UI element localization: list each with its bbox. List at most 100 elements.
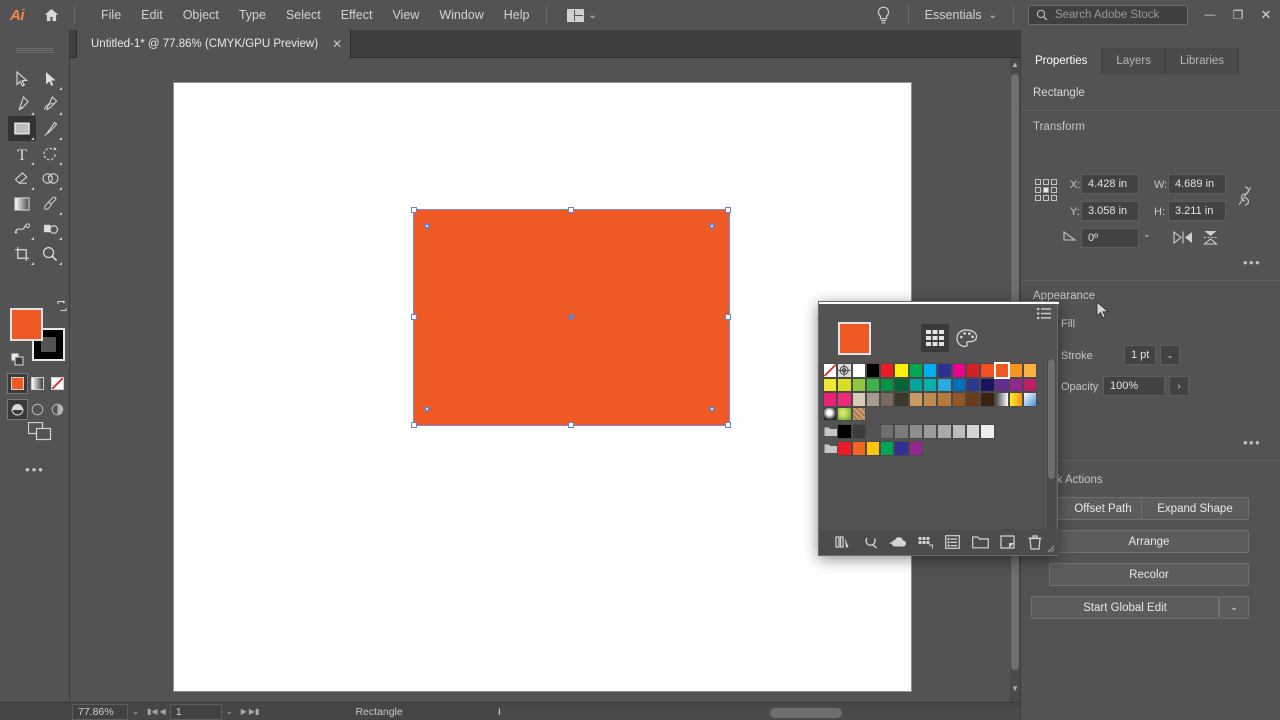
home-icon[interactable] — [34, 0, 68, 30]
swatch-orange-red[interactable] — [980, 363, 995, 378]
eraser-tool[interactable] — [8, 166, 36, 191]
books-icon[interactable] — [833, 532, 853, 552]
bbox-handle-tr[interactable] — [725, 207, 731, 213]
swatch-item[interactable] — [965, 424, 981, 439]
swatch-item[interactable] — [894, 392, 909, 407]
maximize-restore-button[interactable]: ❐ — [1224, 0, 1252, 30]
swatch-none[interactable] — [823, 363, 838, 378]
flip-horizontal-icon[interactable] — [1173, 231, 1193, 244]
rotation-angle-input[interactable]: 0º — [1081, 228, 1139, 248]
swatch-orange[interactable] — [1008, 363, 1024, 378]
swatch-item[interactable] — [823, 377, 838, 393]
workspace-switcher[interactable]: Essentials ⌄ — [915, 4, 1007, 26]
swatch-item[interactable] — [1023, 377, 1038, 393]
menu-file[interactable]: File — [91, 4, 131, 26]
expand-shape-button[interactable]: Expand Shape — [1141, 497, 1249, 520]
search-adobe-stock-input[interactable]: Search Adobe Stock — [1028, 5, 1188, 25]
search-help-bulb-icon[interactable] — [866, 6, 902, 25]
constrain-proportions-icon[interactable] — [1237, 185, 1253, 207]
shape-builder-tool[interactable] — [36, 166, 64, 191]
tab-properties[interactable]: Properties — [1021, 48, 1103, 74]
canvas-horizontal-scrollbar[interactable] — [500, 706, 1020, 720]
artboard-number-input[interactable]: 1 — [169, 703, 222, 720]
swatch-item[interactable] — [1008, 377, 1024, 393]
height-input[interactable]: 3.211 in — [1168, 201, 1226, 221]
scrollbar-thumb[interactable] — [1048, 359, 1055, 479]
bbox-handle-ml[interactable] — [411, 314, 417, 320]
tab-libraries[interactable]: Libraries — [1165, 48, 1240, 74]
direct-selection-tool[interactable] — [36, 66, 64, 91]
swatch-item[interactable] — [937, 377, 952, 393]
previous-artboard-button[interactable]: ◀ — [160, 707, 166, 716]
last-artboard-button[interactable]: ▶▮ — [249, 707, 260, 716]
new-page-icon[interactable] — [998, 532, 1018, 552]
swatch-item[interactable] — [908, 424, 924, 439]
zoom-level-input[interactable]: 77.86% — [72, 703, 128, 720]
swatch-item[interactable] — [894, 377, 909, 393]
bbox-handle-mr[interactable] — [725, 314, 731, 320]
swatch-white[interactable] — [851, 363, 866, 378]
swatch-item[interactable] — [980, 424, 995, 439]
swatch-pattern-green[interactable] — [837, 406, 852, 422]
rotate-tool[interactable] — [36, 141, 64, 166]
swatch-item[interactable] — [923, 377, 938, 393]
grid-folder-icon[interactable] — [915, 532, 935, 552]
swatch-grid-icon[interactable] — [921, 324, 949, 352]
corner-widget-tr[interactable] — [709, 223, 715, 229]
swatch-amber[interactable] — [1023, 363, 1038, 378]
scroll-up-arrow[interactable]: ▲ — [1011, 60, 1019, 69]
global-edit-options-dropdown[interactable]: ⌄ — [1219, 596, 1249, 619]
width-input[interactable]: 4.689 in — [1168, 174, 1226, 194]
reference-point-grid-icon[interactable] — [1034, 178, 1058, 202]
swatch-item[interactable] — [837, 424, 852, 439]
menu-select[interactable]: Select — [276, 4, 331, 26]
swatch-item[interactable] — [908, 377, 924, 393]
color-palette-icon[interactable] — [954, 326, 980, 350]
menu-view[interactable]: View — [382, 4, 429, 26]
swatches-panel[interactable] — [818, 301, 1059, 556]
swatch-item[interactable] — [880, 377, 895, 393]
chevron-down-icon[interactable]: ⌄ — [128, 707, 143, 716]
swatch-item[interactable] — [980, 377, 995, 393]
type-tool[interactable]: T — [8, 141, 36, 166]
draw-inside-button[interactable] — [48, 400, 67, 419]
swatch-item[interactable] — [980, 392, 995, 407]
artboard-tool[interactable] — [8, 241, 36, 266]
opacity-options-button[interactable]: › — [1169, 376, 1189, 396]
menu-effect[interactable]: Effect — [331, 4, 383, 26]
menu-edit[interactable]: Edit — [131, 4, 173, 26]
close-button[interactable]: ✕ — [1252, 0, 1280, 30]
corner-widget-br[interactable] — [709, 406, 715, 412]
swatch-item[interactable] — [951, 377, 966, 393]
transform-more-options[interactable]: ••• — [1243, 255, 1261, 270]
folder-icon[interactable] — [970, 532, 990, 552]
document-tab[interactable]: Untitled-1* @ 77.86% (CMYK/GPU Preview) … — [76, 30, 352, 58]
swatch-item[interactable] — [851, 392, 866, 407]
swatch-item[interactable] — [894, 440, 909, 456]
swatch-black[interactable] — [865, 363, 881, 378]
curvature-tool[interactable] — [36, 91, 64, 116]
swatch-item[interactable] — [865, 440, 881, 456]
filter-icon[interactable] — [860, 532, 880, 552]
bbox-handle-tl[interactable] — [411, 207, 417, 213]
swatch-crimson[interactable] — [965, 363, 981, 378]
swatch-item[interactable] — [937, 424, 952, 439]
swatch-item[interactable] — [865, 377, 881, 393]
draw-behind-button[interactable] — [28, 400, 47, 419]
swatch-gradient-blue[interactable] — [1023, 392, 1038, 407]
color-group-folder-icon[interactable] — [823, 441, 838, 456]
swatch-red[interactable] — [880, 363, 895, 378]
x-position-input[interactable]: 4.428 in — [1081, 174, 1139, 194]
color-group-folder-icon[interactable] — [823, 424, 838, 439]
swatch-item[interactable] — [880, 440, 895, 456]
corner-widget-tl[interactable] — [424, 223, 430, 229]
swatch-item[interactable] — [908, 440, 924, 456]
swatch-item[interactable] — [837, 440, 852, 456]
swatch-item[interactable] — [937, 392, 952, 407]
panel-resize-handle[interactable] — [1047, 545, 1055, 553]
swatch-registration[interactable] — [837, 363, 852, 378]
swatch-blue[interactable] — [937, 363, 952, 378]
swatch-pattern-circle[interactable] — [823, 406, 838, 422]
artboard[interactable] — [174, 83, 911, 691]
recolor-button[interactable]: Recolor — [1049, 563, 1249, 586]
